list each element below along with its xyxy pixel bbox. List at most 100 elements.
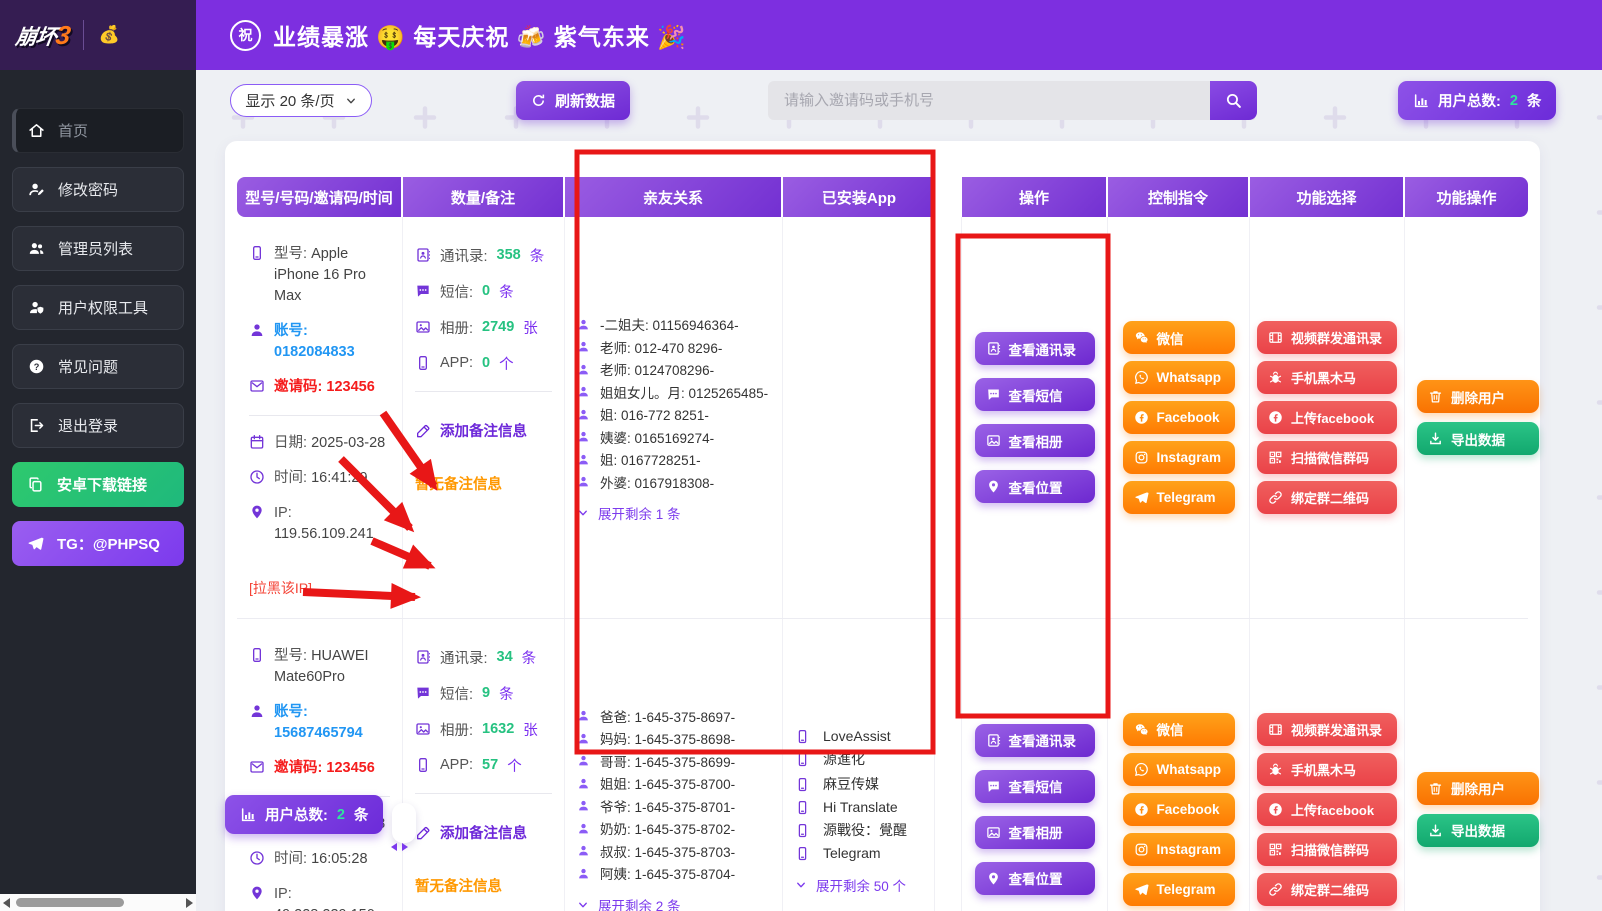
user-icon [577,408,590,421]
scrollbar-thumb[interactable] [16,898,124,907]
expand-relations-link[interactable]: 展开剩余 2 条 [577,895,770,911]
sidebar-item[interactable]: 常见问题 [12,344,184,389]
control-button[interactable]: Whatsapp [1123,753,1235,786]
column-header: 操作 [962,177,1108,217]
sidebar-item[interactable]: 修改密码 [12,167,184,212]
feature-button[interactable]: 绑定群二维码 [1257,873,1397,906]
search-button[interactable] [1210,81,1257,120]
control-button[interactable]: Facebook [1123,793,1235,826]
export-data-button[interactable]: 导出数据 [1417,814,1539,847]
delete-user-button[interactable]: 删除用户 [1417,380,1539,413]
android-download-button[interactable]: 安卓下载链接 [12,462,184,507]
download-icon [1428,823,1443,838]
user-shield-icon [28,299,45,316]
action-button[interactable]: 查看通讯录 [975,332,1095,365]
control-button[interactable]: Telegram [1123,873,1235,906]
phone-icon [795,729,810,744]
film-icon [1268,330,1283,345]
control-button[interactable]: Whatsapp [1123,361,1235,394]
phone-icon [249,647,265,663]
copy-icon [27,476,44,493]
control-button[interactable]: Telegram [1123,481,1235,514]
location-icon [986,871,1001,886]
control-button[interactable]: 微信 [1123,713,1235,746]
contact-row: 爷爷: 1-645-375-8701- [577,796,770,816]
feature-button[interactable]: 视频群发通讯录 [1257,321,1397,354]
user-icon [577,732,590,745]
feature-button[interactable]: 视频群发通讯录 [1257,713,1397,746]
action-button[interactable]: 查看通讯录 [975,724,1095,757]
page-size-select[interactable]: 显示 20 条/页 [230,84,372,117]
user-icon [577,867,590,880]
question-icon [28,358,45,375]
wechat-icon [1134,330,1149,345]
action-button[interactable]: 查看相册 [975,816,1095,849]
add-note-link[interactable]: 添加备注信息 [415,822,552,843]
action-button[interactable]: 查看短信 [975,770,1095,803]
ip-value: 119.56.109.241 [274,526,374,542]
location-icon [249,504,265,520]
feature-button[interactable]: 扫描微信群码 [1257,441,1397,474]
user-total-count: 2 [1510,93,1518,109]
feature-select-cell: 视频群发通讯录 手机黑木马 上传facebook [1250,217,1405,618]
action-button[interactable]: 查看位置 [975,862,1095,895]
qrcode-icon [1268,450,1283,465]
feature-button[interactable]: 手机黑木马 [1257,753,1397,786]
feature-button[interactable]: 手机黑木马 [1257,361,1397,394]
device-info-cell: 型号: Apple iPhone 16 Pro Max 账号: 01820848… [237,217,403,618]
page-next-arrow[interactable] [402,843,408,851]
logo-area: 崩坏3 💰 [0,0,196,70]
control-button[interactable]: Facebook [1123,401,1235,434]
user-icon [577,318,590,331]
refresh-data-button[interactable]: 刷新数据 [516,81,630,120]
horizontal-scrollbar[interactable] [0,894,196,911]
instagram-icon [1134,842,1149,857]
relations-cell: 爸爸: 1-645-375-8697- 妈妈: 1-645-375-8698- … [565,619,783,911]
logout-icon [28,417,45,434]
expand-apps-link[interactable]: 展开剩余 50 个 [795,875,922,895]
facebook-icon [1268,410,1283,425]
export-data-button[interactable]: 导出数据 [1417,422,1539,455]
bug-icon [1268,762,1283,777]
control-button[interactable]: 微信 [1123,321,1235,354]
control-button[interactable]: Instagram [1123,833,1235,866]
sms-icon [986,779,1001,794]
clock-icon [249,469,265,485]
add-note-link[interactable]: 添加备注信息 [415,420,552,441]
wechat-icon [1134,722,1149,737]
feature-button[interactable]: 上传facebook [1257,793,1397,826]
contact-row: 老师: 0124708296- [577,359,770,379]
pagination-pill[interactable] [392,803,416,843]
sidebar-item[interactable]: 首页 [12,108,184,153]
link-icon [1268,882,1283,897]
action-button[interactable]: 查看位置 [975,470,1095,503]
photo-icon [415,721,431,737]
search-input[interactable] [768,81,1210,120]
scroll-right-arrow[interactable] [186,898,193,908]
phone-icon [795,846,810,861]
sidebar-item[interactable]: 管理员列表 [12,226,184,271]
control-button[interactable]: Instagram [1123,441,1235,474]
telegram-contact-button[interactable]: TG：@PHPSQ [12,521,184,566]
expand-relations-link[interactable]: 展开剩余 1 条 [577,503,770,523]
link-icon [1268,490,1283,505]
actions-cell: 查看通讯录 查看短信 查看相册 [962,619,1108,911]
scroll-left-arrow[interactable] [3,898,10,908]
feature-button[interactable]: 绑定群二维码 [1257,481,1397,514]
action-button[interactable]: 查看短信 [975,378,1095,411]
feature-button[interactable]: 扫描微信群码 [1257,833,1397,866]
download-icon [1428,431,1443,446]
home-icon [28,122,45,139]
user-icon [577,363,590,376]
page-prev-arrow[interactable] [391,843,397,851]
sidebar-item[interactable]: 退出登录 [12,403,184,448]
blacklist-ip-link[interactable]: [拉黑该IP] [249,578,390,598]
user-icon [577,475,590,488]
control-commands-cell: 微信 Whatsapp Facebook [1108,619,1250,911]
action-button[interactable]: 查看相册 [975,424,1095,457]
sms-icon [986,387,1001,402]
sidebar-item[interactable]: 用户权限工具 [12,285,184,330]
feature-button[interactable]: 上传facebook [1257,401,1397,434]
user-icon [249,703,265,719]
delete-user-button[interactable]: 删除用户 [1417,772,1539,805]
